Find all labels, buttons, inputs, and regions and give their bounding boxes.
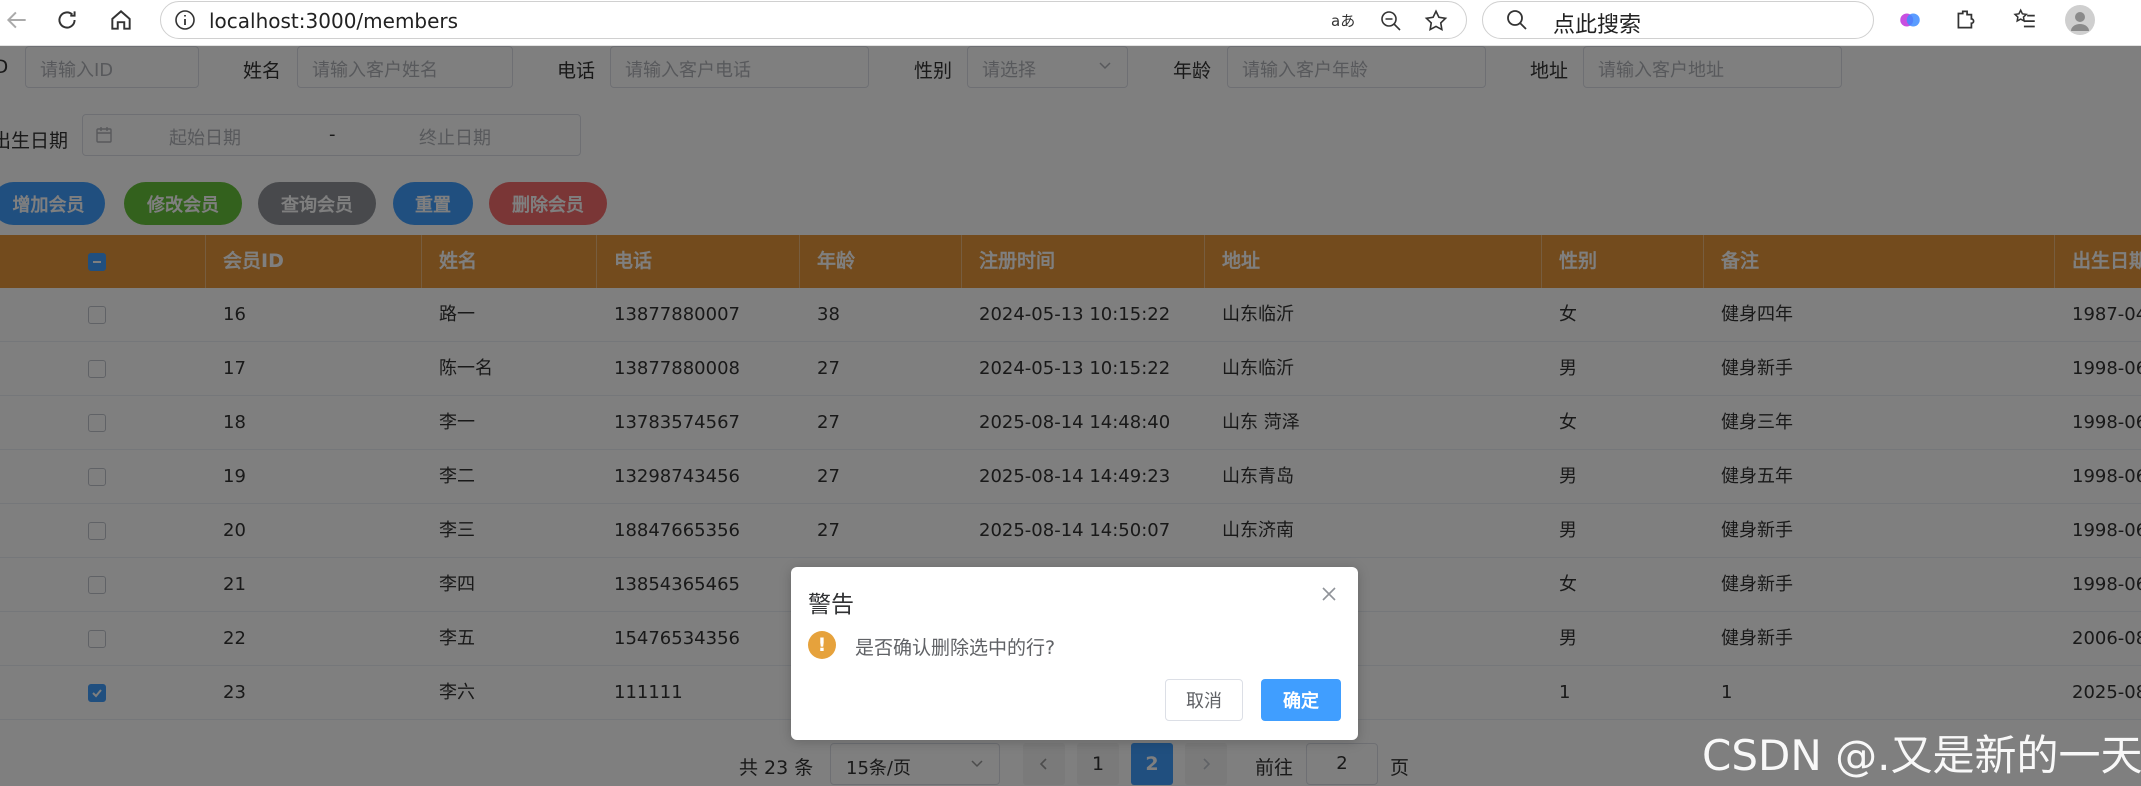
- search-text: 点此搜索: [1553, 13, 1642, 38]
- dialog-message: 是否确认删除选中的行?: [855, 637, 1056, 659]
- favorites-list-icon[interactable]: [2008, 3, 2042, 37]
- extensions-puzzle-icon[interactable]: [1949, 3, 1983, 37]
- site-info-icon[interactable]: [173, 8, 197, 36]
- refresh-icon[interactable]: [50, 3, 84, 37]
- profile-avatar-icon[interactable]: [2063, 3, 2097, 37]
- close-icon[interactable]: [1320, 585, 1338, 607]
- confirm-button[interactable]: 确定: [1261, 679, 1341, 721]
- read-aloud-icon[interactable]: aあ: [1328, 6, 1358, 36]
- delete-confirm-dialog: 警告 ! 是否确认删除选中的行? 取消 确定: [791, 567, 1358, 740]
- copilot-icon[interactable]: [1893, 3, 1927, 37]
- warning-icon: !: [808, 631, 836, 659]
- zoom-out-icon[interactable]: [1376, 6, 1406, 36]
- home-icon[interactable]: [104, 3, 138, 37]
- back-arrow-icon[interactable]: [0, 3, 34, 37]
- browser-toolbar: localhost:3000/members aあ 点此搜索: [0, 0, 2141, 46]
- dialog-title: 警告: [808, 592, 854, 618]
- url-text: localhost:3000/members: [209, 9, 459, 33]
- browser-search-box[interactable]: 点此搜索: [1482, 1, 1874, 39]
- svg-text:aあ: aあ: [1331, 12, 1355, 30]
- search-icon: [1505, 8, 1529, 36]
- address-bar[interactable]: localhost:3000/members aあ: [160, 1, 1467, 39]
- cancel-button[interactable]: 取消: [1165, 679, 1243, 721]
- favorite-star-icon[interactable]: [1421, 6, 1451, 36]
- watermark-text: CSDN @.又是新的一天.: [1702, 731, 2141, 780]
